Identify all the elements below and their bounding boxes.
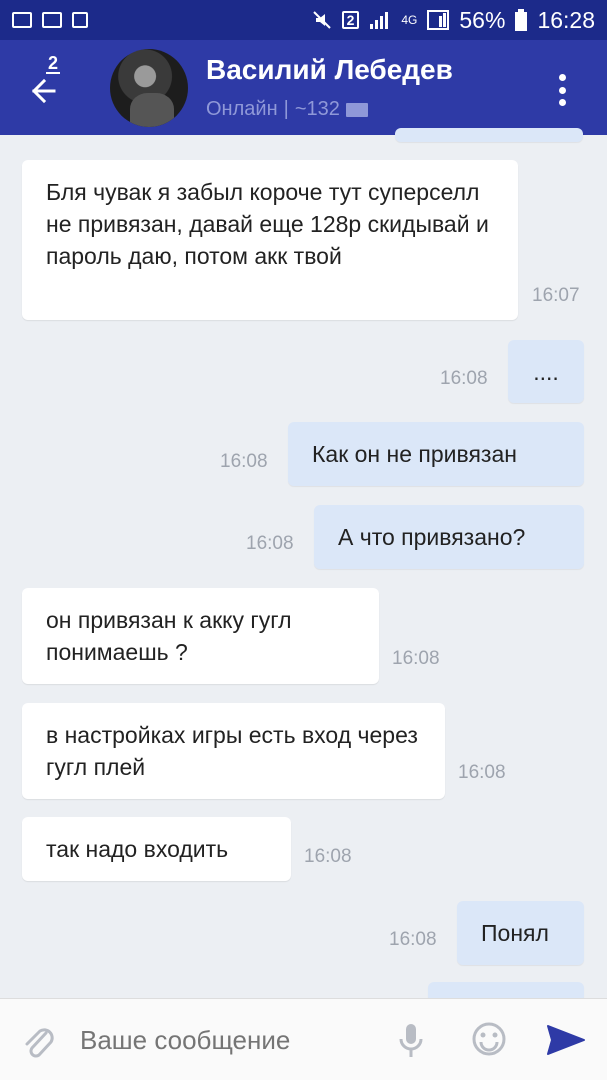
image-icon — [12, 12, 32, 28]
message-text: в настройках игры есть вход через гугл п… — [46, 722, 418, 780]
back-button[interactable]: 2 — [28, 54, 72, 114]
message-text: А что привязано? — [338, 524, 526, 550]
message-count: ~132 — [294, 98, 340, 120]
message-text: он привязан к акку гугл понимаешь ? — [46, 607, 292, 665]
mic-icon[interactable] — [398, 1023, 424, 1059]
signal-icon — [370, 12, 389, 29]
status-bar: 2 4G 56% 16:28 — [0, 0, 607, 40]
battery-icon — [515, 9, 528, 31]
message-time: 16:08 — [246, 533, 294, 554]
message-text: Бля чувак я забыл короче тут суперселл н… — [46, 179, 489, 269]
contact-name[interactable]: Василий Лебедев — [206, 54, 453, 86]
avatar[interactable] — [110, 49, 188, 127]
message-text: так надо входить — [46, 836, 229, 862]
screenshot-icon — [72, 12, 88, 28]
message-bubble-outgoing: Понял — [457, 901, 584, 965]
message-bubble-incoming: он привязан к акку гугл понимаешь ? — [22, 588, 379, 684]
message-text: Как он не привязан — [312, 441, 517, 467]
signal-icon — [427, 10, 450, 30]
message-bubble-partial — [395, 128, 583, 142]
message-text: Понял — [481, 920, 549, 946]
battery-percent: 56% — [459, 6, 506, 33]
message-bubble-incoming: Бля чувак я забыл короче тут суперселл н… — [22, 160, 518, 320]
chat-header: 2 Василий Лебедев Онлайн | ~132 — [0, 40, 607, 135]
message-time: 16:08 — [392, 648, 440, 669]
back-arrow-icon — [31, 78, 56, 104]
online-status: Онлайн — [206, 98, 278, 120]
more-vert-icon[interactable] — [559, 74, 567, 106]
message-time: 16:08 — [440, 368, 488, 389]
send-icon[interactable] — [546, 1024, 586, 1056]
contact-status: Онлайн | ~132 — [206, 98, 368, 121]
message-time: 16:08 — [458, 762, 506, 783]
status-bar-right: 2 4G 56% 16:28 — [312, 7, 595, 34]
message-text: .... — [533, 359, 559, 385]
mute-icon — [312, 11, 331, 29]
message-bubble-outgoing: .... — [508, 340, 584, 403]
mail-icon — [345, 102, 368, 117]
message-bubble-outgoing: Как он не привязан — [288, 422, 584, 486]
status-bar-left — [12, 12, 88, 28]
message-time: 16:08 — [220, 451, 268, 472]
emoji-icon[interactable] — [471, 1021, 507, 1057]
message-time: 16:08 — [304, 846, 352, 867]
message-bubble-incoming: в настройках игры есть вход через гугл п… — [22, 703, 445, 799]
gmail-icon — [42, 12, 62, 28]
status-divider: | — [283, 98, 289, 120]
network-type: 4G — [401, 13, 418, 27]
message-input[interactable] — [70, 1013, 370, 1067]
message-time: 16:07 — [532, 285, 580, 306]
sim-badge: 2 — [341, 11, 360, 29]
unread-badge: 2 — [46, 53, 61, 74]
attach-icon[interactable] — [20, 1021, 56, 1059]
message-bubble-incoming: так надо входить — [22, 817, 291, 881]
message-bubble-outgoing: А что привязано? — [314, 505, 584, 569]
clock: 16:28 — [537, 6, 595, 33]
message-time: 16:08 — [389, 929, 437, 950]
message-composer — [0, 998, 607, 1080]
